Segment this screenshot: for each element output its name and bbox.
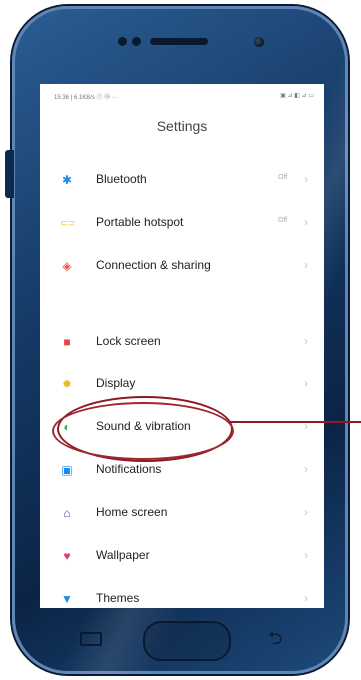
- settings-item-value: Off: [278, 174, 288, 181]
- chevron-right-icon: ›: [304, 215, 308, 229]
- lock-icon: ■: [63, 335, 71, 349]
- settings-item-label: Notifications: [96, 462, 162, 476]
- settings-item-home-screen[interactable]: ⌂ Home screen ›: [40, 495, 324, 531]
- notifications-icon: ▣: [61, 463, 73, 477]
- chevron-right-icon: ›: [304, 376, 308, 390]
- phone-screen: 15:36 | 6.1KB/s ⓣ ⓜ ··· ▣ ⊿ ◧ ⊿ ▭ Settin…: [40, 84, 324, 608]
- settings-item-label: Portable hotspot: [96, 215, 184, 229]
- chevron-right-icon: ›: [304, 258, 308, 272]
- settings-item-themes[interactable]: ▼ Themes ›: [40, 581, 324, 608]
- light-sensor: [132, 37, 141, 46]
- settings-item-label: Wallpaper: [96, 548, 150, 562]
- status-bar: 15:36 | 6.1KB/s ⓣ ⓜ ··· ▣ ⊿ ◧ ⊿ ▭: [54, 92, 314, 102]
- settings-item-bluetooth[interactable]: ✱ Bluetooth Off ›: [40, 162, 324, 198]
- connection-icon: ◈: [62, 259, 72, 273]
- status-icons: ▣ ⊿ ◧ ⊿ ▭: [280, 93, 314, 99]
- chevron-right-icon: ›: [304, 172, 308, 186]
- settings-item-value: Off: [278, 217, 288, 224]
- settings-item-label: Display: [96, 376, 136, 390]
- chevron-right-icon: ›: [304, 334, 308, 348]
- highlight-circle-inner: [52, 402, 234, 460]
- front-camera: [254, 37, 264, 47]
- earpiece-speaker: [150, 38, 208, 45]
- settings-item-label: Lock screen: [96, 334, 161, 348]
- back-button[interactable]: ⮌: [268, 626, 282, 656]
- bluetooth-icon: ✱: [61, 173, 73, 187]
- home-icon: ⌂: [63, 506, 71, 520]
- settings-item-portable-hotspot[interactable]: ⊂⊃ Portable hotspot Off ›: [40, 205, 324, 241]
- recent-apps-button[interactable]: [80, 632, 102, 646]
- home-button[interactable]: [143, 621, 231, 661]
- settings-item-label: Connection & sharing: [96, 258, 211, 272]
- settings-item-label: Home screen: [96, 505, 168, 519]
- chevron-right-icon: ›: [304, 505, 308, 519]
- status-time: 15:36 | 6.1KB/s ⓣ ⓜ ···: [54, 95, 118, 101]
- settings-item-label: Themes: [96, 591, 140, 605]
- display-icon: ✹: [61, 377, 73, 391]
- chevron-right-icon: ›: [304, 462, 308, 476]
- themes-icon: ▼: [61, 592, 73, 606]
- pointer-line: [229, 421, 361, 423]
- wallpaper-icon: ♥: [63, 549, 71, 563]
- settings-item-lock-screen[interactable]: ■ Lock screen ›: [40, 324, 324, 360]
- hotspot-icon: ⊂⊃: [60, 218, 76, 228]
- settings-item-connection-sharing[interactable]: ◈ Connection & sharing ›: [40, 248, 324, 284]
- settings-item-label: Bluetooth: [96, 172, 147, 186]
- proximity-sensor: [118, 37, 127, 46]
- chevron-right-icon: ›: [304, 591, 308, 605]
- settings-item-wallpaper[interactable]: ♥ Wallpaper ›: [40, 538, 324, 574]
- chevron-right-icon: ›: [304, 548, 308, 562]
- side-button: [5, 150, 14, 198]
- page-title: Settings: [156, 118, 208, 134]
- settings-item-display[interactable]: ✹ Display ›: [40, 366, 324, 402]
